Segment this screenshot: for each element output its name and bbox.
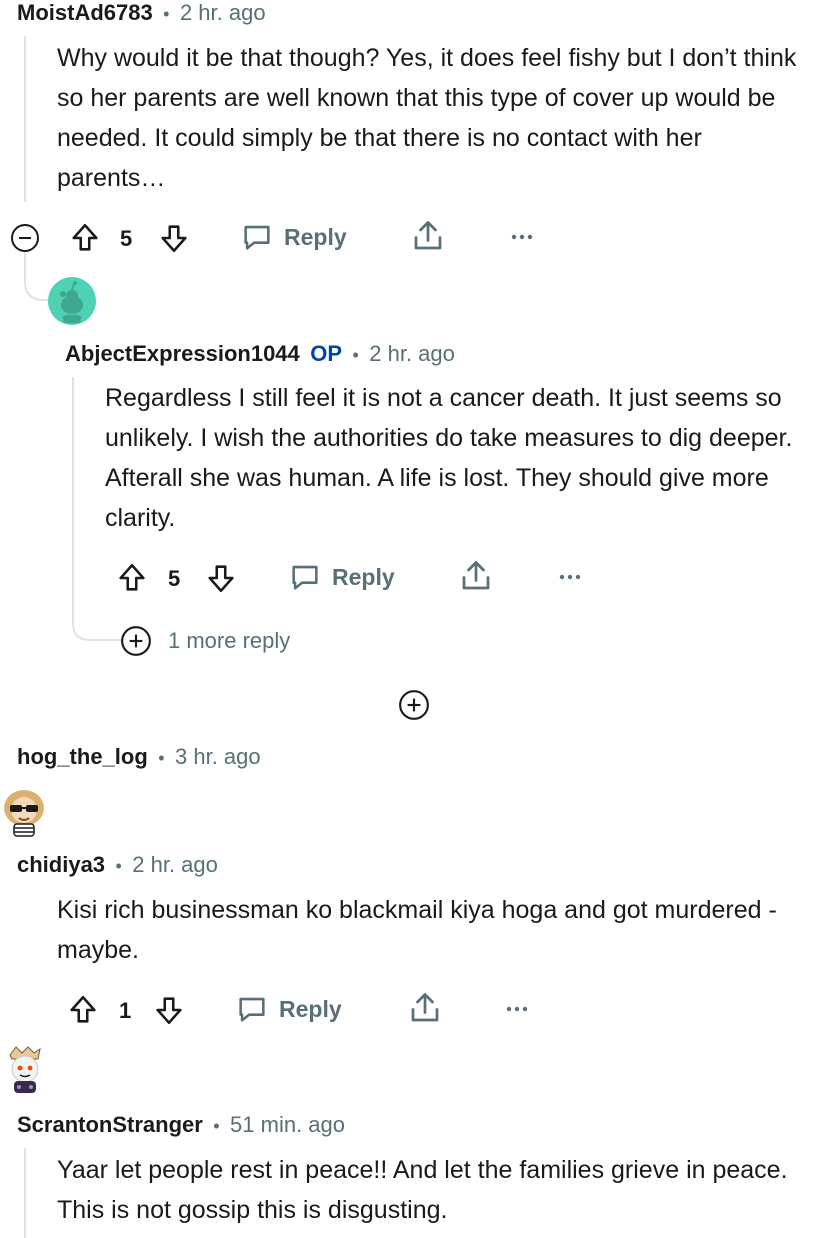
more-icon	[559, 574, 581, 580]
reply-label: Reply	[279, 995, 342, 1022]
downvote-icon	[161, 225, 187, 253]
comment-header: MoistAd6783 • 2 hr. ago	[17, 0, 266, 26]
share-button[interactable]	[407, 990, 443, 1026]
separator-dot: •	[115, 856, 122, 876]
comment-body: Yaar let people rest in peace!! And let …	[57, 1156, 788, 1224]
username[interactable]: chidiya3	[17, 852, 105, 877]
username[interactable]: MoistAd6783	[17, 0, 153, 25]
upvote-icon	[70, 995, 96, 1023]
comment-header: hog_the_log • 3 hr. ago	[17, 744, 261, 770]
downvote-icon	[208, 565, 234, 593]
more-replies-label: 1 more reply	[168, 628, 291, 653]
share-button[interactable]	[458, 558, 494, 594]
share-button[interactable]	[410, 218, 446, 254]
vote-count: 1	[119, 998, 132, 1023]
timestamp[interactable]: 2 hr. ago	[132, 852, 218, 877]
downvote-icon	[156, 997, 182, 1025]
collapse-thread-button[interactable]	[10, 223, 40, 253]
upvote-button[interactable]	[68, 221, 102, 255]
reply-label: Reply	[284, 223, 347, 250]
more-options-button[interactable]	[508, 225, 536, 249]
comment-header: ScrantonStranger • 51 min. ago	[17, 1112, 345, 1138]
timestamp[interactable]: 3 hr. ago	[175, 744, 261, 769]
separator-dot: •	[213, 1116, 220, 1136]
thread-line	[24, 1148, 26, 1238]
timestamp[interactable]: 2 hr. ago	[180, 0, 266, 25]
downvote-button[interactable]	[157, 221, 191, 255]
share-icon	[414, 221, 442, 250]
reply-label: Reply	[332, 563, 395, 590]
username[interactable]: ScrantonStranger	[17, 1112, 203, 1137]
comment-icon	[244, 225, 270, 250]
share-icon	[462, 561, 490, 590]
thread-connector	[72, 612, 122, 642]
upvote-icon	[72, 223, 98, 251]
downvote-button[interactable]	[152, 993, 186, 1027]
reply-button[interactable]: Reply	[235, 992, 342, 1026]
load-more-button[interactable]	[398, 689, 430, 721]
comment-icon	[239, 997, 265, 1022]
reply-button[interactable]: Reply	[240, 220, 347, 254]
comment-icon	[292, 565, 318, 590]
more-icon	[511, 234, 533, 240]
separator-dot: •	[158, 748, 165, 768]
avatar[interactable]	[2, 1045, 48, 1095]
more-replies-button[interactable]: 1 more reply	[120, 625, 290, 657]
reply-button[interactable]: Reply	[288, 560, 395, 594]
avatar[interactable]	[0, 788, 48, 838]
upvote-icon	[119, 563, 145, 591]
more-options-button[interactable]	[556, 565, 584, 589]
expand-icon	[121, 626, 151, 656]
username[interactable]: AbjectExpression1044	[65, 341, 300, 366]
vote-count: 5	[168, 566, 181, 591]
comment-header: AbjectExpression1044 OP • 2 hr. ago	[65, 341, 455, 367]
thread-line	[24, 36, 26, 202]
timestamp[interactable]: 51 min. ago	[230, 1112, 345, 1137]
avatar[interactable]	[48, 277, 96, 325]
downvote-button[interactable]	[204, 561, 238, 595]
vote-count: 5	[120, 226, 133, 251]
upvote-button[interactable]	[66, 993, 100, 1027]
op-badge: OP	[310, 341, 343, 366]
comment-body: Regardless I still feel it is not a canc…	[105, 384, 793, 532]
share-icon	[411, 993, 439, 1022]
comment-body: Why would it be that though? Yes, it doe…	[57, 44, 797, 192]
username[interactable]: hog_the_log	[17, 744, 148, 769]
comment-header: chidiya3 • 2 hr. ago	[17, 852, 218, 878]
comment-body: Kisi rich businessman ko blackmail kiya …	[57, 896, 777, 964]
upvote-button[interactable]	[115, 561, 149, 595]
separator-dot: •	[352, 345, 359, 365]
more-options-button[interactable]	[503, 997, 531, 1021]
thread-line	[72, 377, 74, 617]
timestamp[interactable]: 2 hr. ago	[369, 341, 455, 366]
expand-icon	[399, 690, 429, 720]
more-icon	[506, 1006, 528, 1012]
separator-dot: •	[163, 4, 170, 24]
